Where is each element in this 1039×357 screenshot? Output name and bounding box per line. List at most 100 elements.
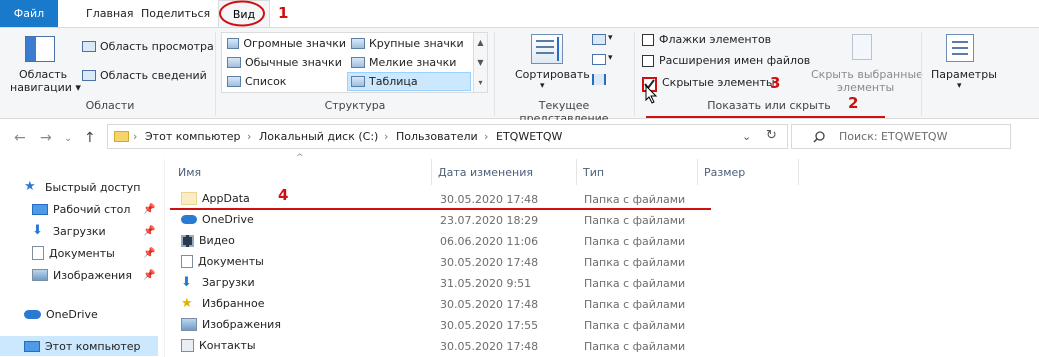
file-name: Загрузки (202, 276, 255, 289)
download-icon: ⬇ (32, 223, 43, 238)
navigation-pane-label-2[interactable]: навигации ▾ (10, 81, 81, 94)
breadcrumb-local-disk[interactable]: Локальный диск (C:) (259, 130, 378, 143)
nav-downloads[interactable]: ⬇ Загрузки (32, 221, 106, 241)
breadcrumb-separator-icon[interactable]: › (384, 130, 388, 143)
tab-home[interactable]: Главная (86, 0, 134, 27)
file-extensions-label[interactable]: Расширения имен файлов (659, 54, 810, 67)
file-row-pictures[interactable]: Изображения 30.05.2020 17:55 Папка с фай… (173, 315, 733, 336)
desktop-icon (32, 203, 48, 215)
group-separator (215, 32, 216, 116)
tab-file[interactable]: Файл (0, 0, 58, 27)
nav-this-pc[interactable]: Этот компьютер (0, 336, 158, 356)
options-icon (946, 34, 974, 62)
file-row-onedrive[interactable]: OneDrive 23.07.2020 18:29 Папка с файлам… (173, 210, 733, 231)
nav-desktop[interactable]: Рабочий стол (32, 199, 130, 219)
hidden-items-label[interactable]: Скрытые элементы (662, 76, 775, 89)
nav-documents[interactable]: Документы (32, 243, 115, 263)
file-row-appdata[interactable]: AppData 30.05.2020 17:48 Папка с файлами (173, 189, 733, 210)
layout-gallery: Огромные значки Крупные значки Обычные з… (221, 32, 488, 93)
search-icon (813, 131, 825, 143)
annotation-underline-4 (170, 208, 711, 210)
options-button[interactable]: Параметры (931, 68, 997, 81)
ribbon: Область навигации ▾ Область просмотра Об… (0, 27, 1039, 125)
ribbon-tab-bar: Файл Главная Поделиться Вид (0, 0, 1039, 28)
file-row-downloads[interactable]: ⬇ Загрузки 31.05.2020 9:51 Папка с файлам… (173, 273, 733, 294)
breadcrumb-current-folder[interactable]: ETQWETQW (496, 130, 562, 143)
pin-icon[interactable]: 📌 (143, 248, 155, 259)
pictures-icon (181, 318, 197, 331)
breadcrumb-separator-icon[interactable]: › (484, 130, 488, 143)
item-checkboxes-checkbox[interactable] (642, 34, 654, 46)
annotation-number-3: 3 (770, 74, 781, 92)
recent-chevron-down-icon[interactable]: ⌄ (64, 133, 72, 144)
breadcrumb-separator-icon[interactable]: › (133, 130, 137, 143)
video-icon (181, 234, 194, 247)
size-columns-icon[interactable] (592, 74, 606, 85)
download-icon: ⬇ (181, 275, 192, 290)
breadcrumb-users[interactable]: Пользователи (396, 130, 478, 143)
file-extensions-checkbox[interactable] (642, 55, 654, 67)
nav-onedrive[interactable]: OneDrive (24, 304, 98, 324)
pane-divider[interactable] (164, 159, 165, 357)
column-separator[interactable] (798, 159, 799, 185)
column-header-type[interactable]: Тип (577, 159, 697, 185)
add-columns-icon[interactable] (592, 54, 606, 65)
back-arrow-icon[interactable]: ← (14, 130, 26, 146)
pin-icon[interactable]: 📌 (143, 226, 155, 237)
column-header-name[interactable]: Имя (172, 159, 431, 185)
layout-extra-large-icons[interactable]: Огромные значки (224, 34, 346, 53)
layout-list[interactable]: Список (224, 72, 346, 91)
layout-details-selected[interactable]: Таблица (347, 72, 471, 91)
cloud-icon (24, 309, 41, 319)
breadcrumb-separator-icon[interactable]: › (247, 130, 251, 143)
pin-icon[interactable]: 📌 (143, 270, 155, 281)
pin-icon[interactable]: 📌 (143, 204, 155, 215)
file-row-favorites[interactable]: ★ Избранное 30.05.2020 17:48 Папка с файл… (173, 294, 733, 315)
explorer-window: Файл Главная Поделиться Вид 1 Область на… (0, 0, 1039, 357)
layout-large-icons[interactable]: Крупные значки (348, 34, 470, 53)
file-name: Видео (199, 234, 235, 247)
tab-share[interactable]: Поделиться (141, 0, 210, 27)
group-by-icon[interactable] (592, 34, 606, 45)
options-dropdown-icon[interactable]: ▾ (957, 81, 962, 91)
file-type: Папка с файлами (584, 193, 686, 206)
file-type: Папка с файлами (584, 277, 686, 290)
address-dropdown-chevron-icon[interactable]: ⌄ (742, 130, 751, 143)
file-type: Папка с файлами (584, 214, 686, 227)
column-header-date[interactable]: Дата изменения (432, 159, 576, 185)
file-name: AppData (202, 192, 250, 205)
item-checkboxes-label[interactable]: Флажки элементов (659, 33, 771, 46)
document-icon (32, 246, 44, 260)
address-bar[interactable]: › Этот компьютер › Локальный диск (C:) ›… (107, 124, 788, 149)
search-box[interactable]: Поиск: ETQWETQW (791, 124, 1011, 149)
column-header-size[interactable]: Размер (698, 159, 798, 185)
navigation-pane: ★ Быстрый доступ Рабочий стол 📌 ⬇ Загрузки… (0, 159, 158, 357)
file-date: 30.05.2020 17:55 (440, 319, 539, 332)
sort-button[interactable]: Сортировать (515, 68, 590, 81)
sort-dropdown-icon[interactable]: ▾ (540, 81, 545, 91)
file-date: 30.05.2020 17:48 (440, 256, 539, 269)
details-pane-button[interactable]: Область сведений (100, 69, 207, 82)
preview-pane-icon (82, 41, 96, 52)
refresh-icon[interactable]: ↻ (766, 128, 777, 143)
layout-medium-icons[interactable]: Обычные значки (224, 53, 346, 72)
annotation-number-1: 1 (278, 4, 289, 22)
file-date: 30.05.2020 17:48 (440, 193, 539, 206)
hide-selected-label-1[interactable]: Скрыть выбранные (811, 68, 923, 81)
nav-pictures[interactable]: Изображения (32, 265, 132, 285)
file-row-documents[interactable]: Документы 30.05.2020 17:48 Папка с файла… (173, 252, 733, 273)
nav-quick-access[interactable]: ★ Быстрый доступ (24, 177, 141, 197)
up-arrow-icon[interactable]: ↑ (84, 130, 96, 146)
file-type: Папка с файлами (584, 256, 686, 269)
file-row-video[interactable]: Видео 06.06.2020 11:06 Папка с файлами (173, 231, 733, 252)
forward-arrow-icon[interactable]: → (40, 130, 52, 146)
breadcrumb-this-pc[interactable]: Этот компьютер (145, 130, 241, 143)
mouse-cursor-icon (645, 85, 658, 104)
group-separator (494, 32, 495, 116)
gallery-scroll[interactable]: ▲ ▼ ▾ (473, 33, 487, 92)
file-row-contacts[interactable]: Контакты 30.05.2020 17:48 Папка с файлам… (173, 336, 733, 357)
preview-pane-button[interactable]: Область просмотра (100, 40, 214, 53)
layout-small-icons[interactable]: Мелкие значки (348, 53, 470, 72)
navigation-pane-label-1[interactable]: Область (19, 68, 67, 81)
annotation-underline-2 (646, 116, 885, 118)
